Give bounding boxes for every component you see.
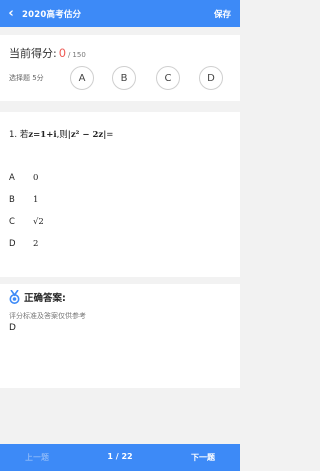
page-separator: / xyxy=(115,452,119,461)
option-c-button[interactable]: C xyxy=(156,66,180,90)
chevron-left-icon: ‹ xyxy=(8,6,14,21)
option-a-button[interactable]: A xyxy=(70,66,94,90)
choice-value: 2 xyxy=(33,239,39,249)
choice-value: 1 xyxy=(33,195,39,205)
stem-middle: ,则 xyxy=(56,130,68,140)
answer-header: 正确答案: xyxy=(9,290,66,304)
score-line: 当前得分: 0/150 xyxy=(9,45,86,61)
answer-title: 正确答案: xyxy=(24,293,66,304)
header-bar: ‹ 2020高考估分 保存 xyxy=(0,0,240,27)
choice-a: A 0 xyxy=(9,173,38,183)
choice-letter: D xyxy=(9,239,16,249)
current-score: 0 xyxy=(58,46,67,60)
choice-value: √2 xyxy=(33,217,44,227)
current-page: 1 xyxy=(107,452,113,461)
stem-suffix: = xyxy=(106,130,114,140)
total-score: 150 xyxy=(72,51,86,59)
choice-letter: A xyxy=(9,173,15,183)
question-panel: 1. 若z=1+i,则|z² − 2z|= A 0 B 1 C √2 D 2 xyxy=(0,112,240,277)
score-label: 当前得分: xyxy=(9,47,57,60)
score-separator: / xyxy=(68,51,71,59)
stem-math-z: z=1+i xyxy=(28,130,57,140)
option-d-button[interactable]: D xyxy=(199,66,223,90)
score-panel: 当前得分: 0/150 选择题 5分 A B C D xyxy=(0,35,240,101)
next-question-button[interactable]: 下一题 xyxy=(191,452,215,463)
option-b-button[interactable]: B xyxy=(112,66,136,90)
choice-d: D 2 xyxy=(9,239,38,249)
choice-b: B 1 xyxy=(9,195,38,205)
medal-icon xyxy=(9,290,20,304)
select-question-label: 选择题 5分 xyxy=(9,74,44,82)
footer-bar: 上一题 1 / 22 下一题 xyxy=(0,444,240,471)
page-title: 2020高考估分 xyxy=(22,9,82,20)
question-number: 1. xyxy=(9,130,18,140)
question-stem: 1. 若z=1+i,则|z² − 2z|= xyxy=(9,128,113,140)
total-pages: 22 xyxy=(121,452,133,461)
stem-math-expression: |z² − 2z| xyxy=(67,130,107,140)
save-button[interactable]: 保存 xyxy=(214,8,231,20)
answer-disclaimer: 评分标准及答案仅供参考 xyxy=(9,312,86,320)
answer-panel: 正确答案: 评分标准及答案仅供参考 D xyxy=(0,284,240,388)
choice-value: 0 xyxy=(33,173,39,183)
back-button[interactable]: ‹ xyxy=(0,0,22,27)
choice-letter: B xyxy=(9,195,15,205)
choice-letter: C xyxy=(9,217,15,227)
answer-value: D xyxy=(9,323,16,333)
choice-c: C √2 xyxy=(9,217,44,227)
